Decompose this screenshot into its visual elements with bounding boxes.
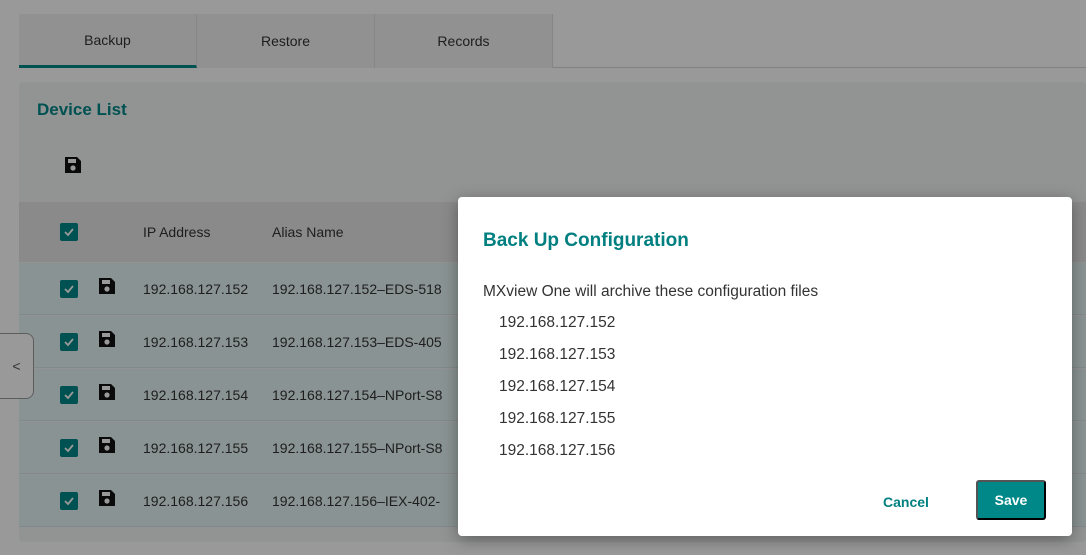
backup-configuration-dialog: Back Up Configuration MXview One will ar… (458, 197, 1072, 536)
file-list-item: 192.168.127.154 (499, 378, 616, 395)
file-list: 192.168.127.152 192.168.127.153 192.168.… (499, 313, 615, 473)
file-list-item: 192.168.127.156 (499, 442, 616, 459)
file-list-item: 192.168.127.155 (499, 410, 616, 427)
cancel-button[interactable]: Cancel (874, 483, 938, 521)
file-list-item: 192.168.127.153 (499, 346, 616, 363)
dialog-title: Back Up Configuration (483, 230, 689, 251)
dialog-message: MXview One will archive these configurat… (483, 283, 819, 300)
file-list-item: 192.168.127.152 (499, 314, 616, 331)
save-button[interactable]: Save (976, 480, 1046, 520)
